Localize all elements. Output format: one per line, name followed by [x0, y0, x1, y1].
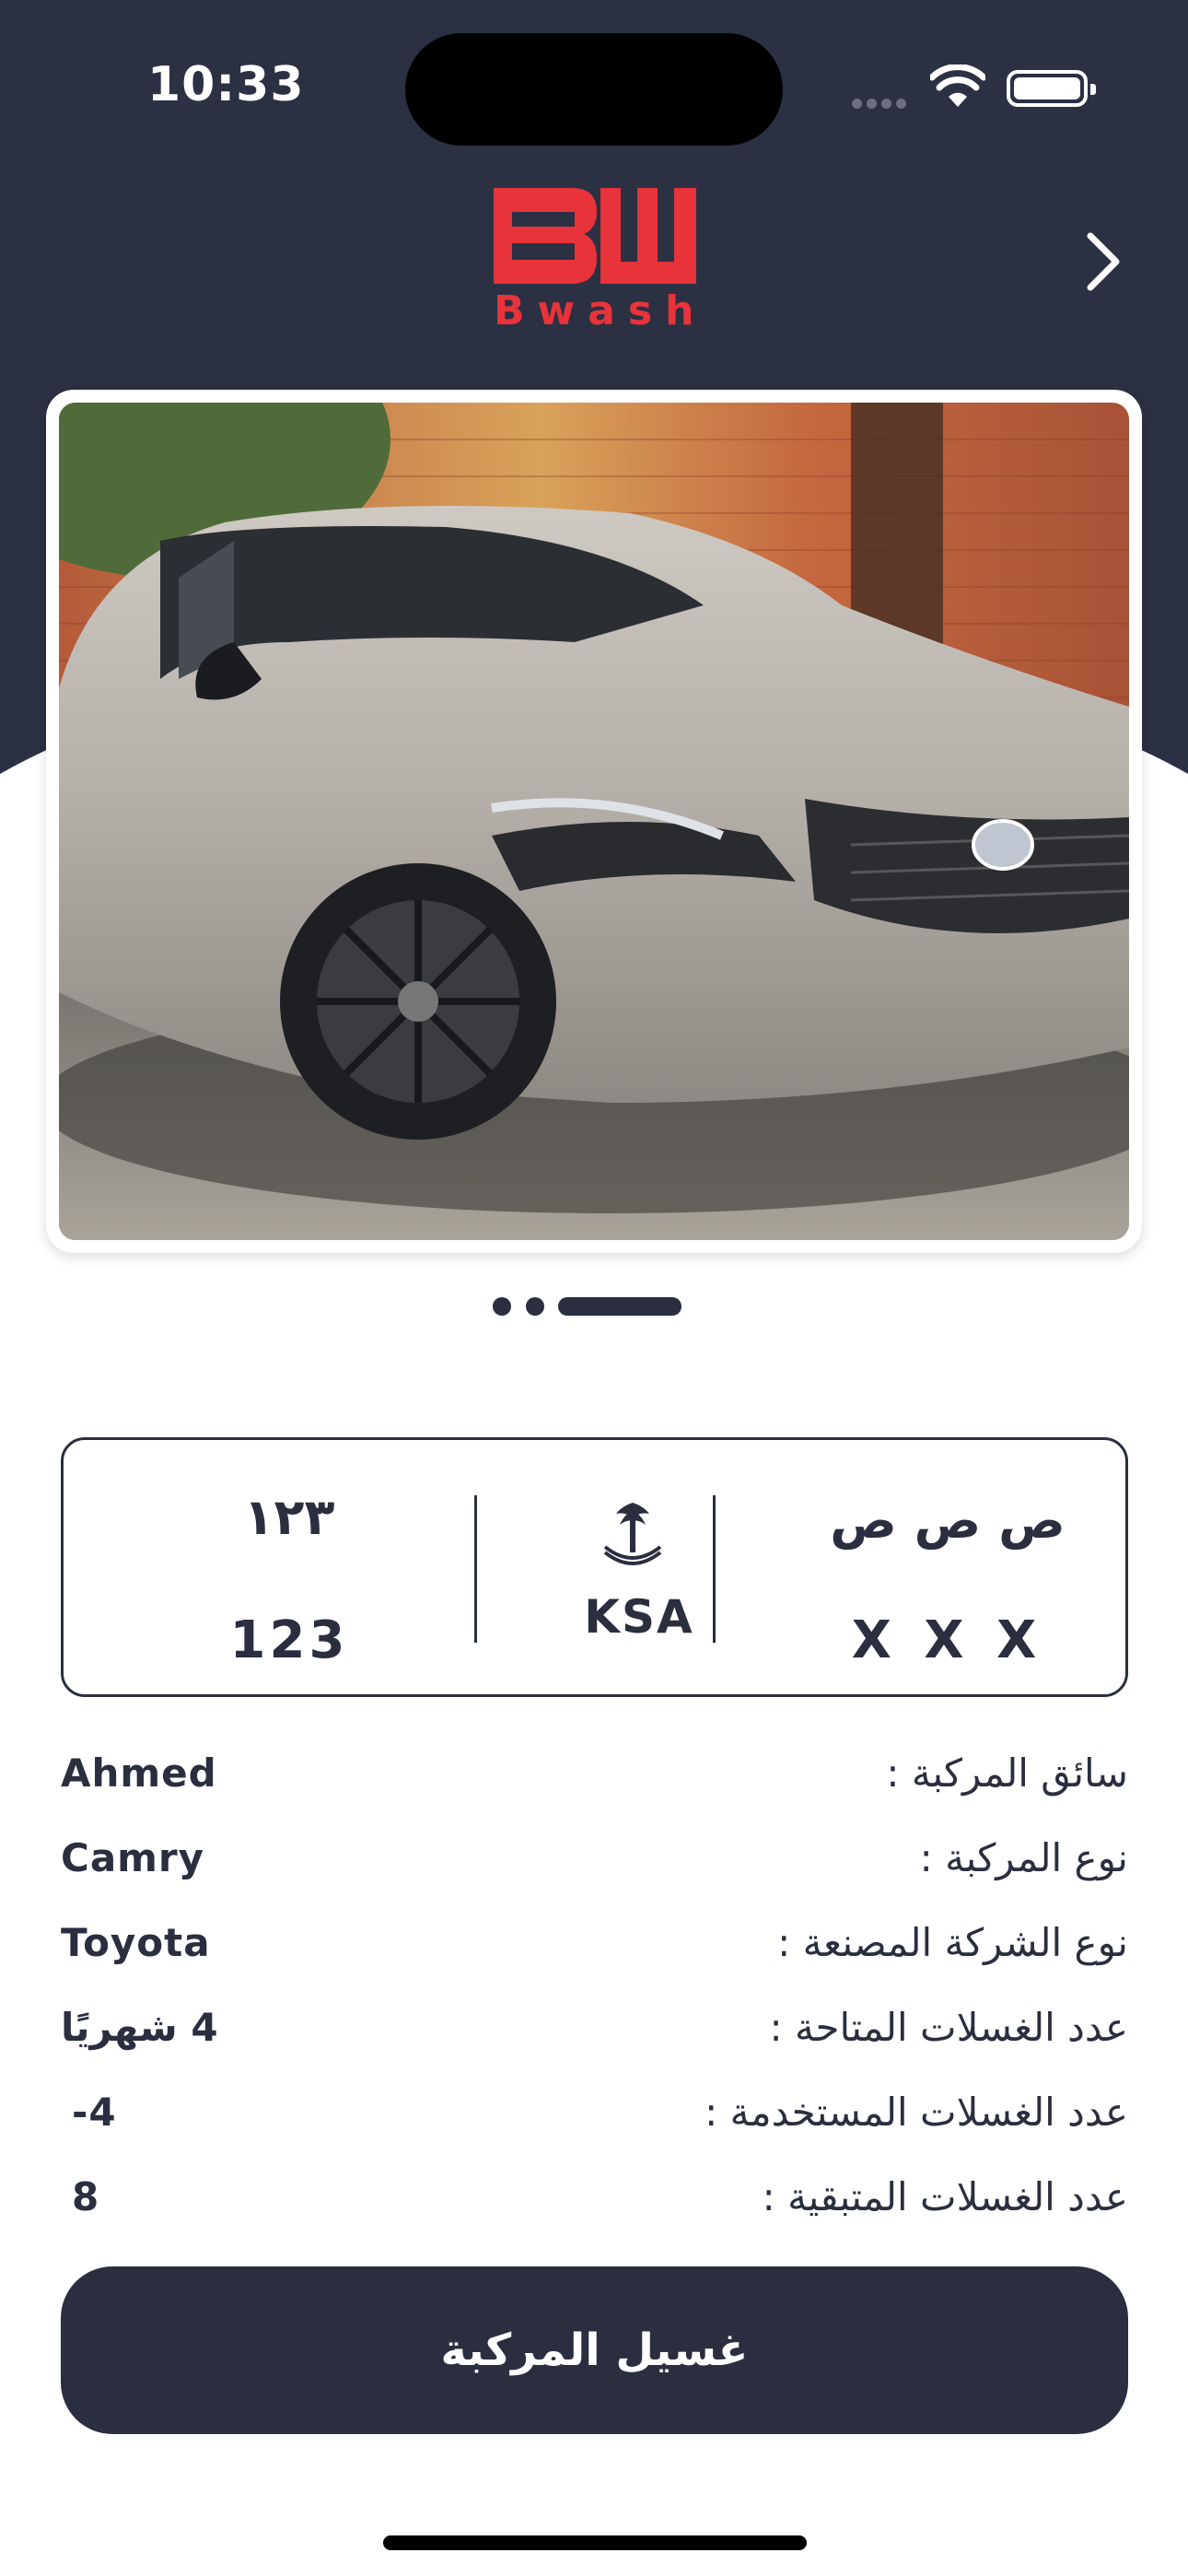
carousel-dot[interactable]: [493, 1297, 511, 1316]
remaining-washes-value: 8: [72, 2174, 100, 2219]
info-row-vehicle-type: Camry نوع المركبة :: [61, 1835, 1128, 1891]
info-row-available-washes: 4 شهريًا عدد الغسلات المتاحة :: [61, 2005, 1128, 2060]
plate-arabic-numbers: ١٢٣: [243, 1488, 335, 1546]
plate-divider: [474, 1495, 477, 1643]
plate-country: KSA: [584, 1590, 694, 1644]
wash-vehicle-button[interactable]: غسيل المركبة: [61, 2266, 1128, 2434]
plate-numbers: 123: [229, 1610, 349, 1670]
manufacturer-label: نوع الشركة المصنعة :: [777, 1920, 1128, 1965]
plate-arabic-letters: ص ص ص: [830, 1492, 1066, 1550]
remaining-washes-label: عدد الغسلات المتبقية :: [762, 2174, 1128, 2219]
driver-value: Ahmed: [61, 1751, 217, 1796]
info-row-manufacturer: Toyota نوع الشركة المصنعة :: [61, 1920, 1128, 1975]
car-image-card[interactable]: [0, 301, 1182, 1253]
info-row-driver: Ahmed سائق المركبة :: [61, 1751, 1128, 1806]
plate-letters: X X X: [851, 1610, 1044, 1670]
info-row-used-washes: -4 عدد الغسلات المستخدمة :: [61, 2090, 1128, 2145]
carousel-indicator[interactable]: [0, 1297, 1188, 1319]
used-washes-label: عدد الغسلات المستخدمة :: [705, 2090, 1128, 2135]
car-photo: [0, 301, 1182, 1240]
manufacturer-value: Toyota: [61, 1920, 211, 1965]
wifi-icon: [930, 64, 985, 107]
battery-icon: [1007, 70, 1096, 107]
info-row-remaining-washes: 8 عدد الغسلات المتبقية :: [61, 2174, 1128, 2230]
cellular-signal-icon: [852, 95, 911, 112]
license-plate: ١٢٣ 123 KSA ص ص ص X X X: [61, 1437, 1128, 1697]
carousel-dot[interactable]: [526, 1297, 544, 1316]
vehicle-type-label: نوع المركبة :: [919, 1835, 1128, 1880]
home-indicator[interactable]: [383, 2535, 807, 2550]
available-washes-value: 4 شهريًا: [61, 2005, 218, 2050]
status-time: 10:33: [147, 57, 305, 112]
plate-divider: [713, 1495, 716, 1643]
available-washes-label: عدد الغسلات المتاحة :: [769, 2005, 1128, 2050]
saudi-emblem-icon: [603, 1503, 662, 1565]
dynamic-island: [405, 33, 783, 146]
driver-label: سائق المركبة :: [886, 1751, 1128, 1796]
carousel-dot-active[interactable]: [558, 1297, 681, 1316]
chevron-right-icon[interactable]: [1076, 228, 1131, 295]
vehicle-type-value: Camry: [61, 1835, 205, 1880]
logo-wordmark: Bwash: [494, 287, 707, 334]
used-washes-value: -4: [72, 2090, 117, 2135]
